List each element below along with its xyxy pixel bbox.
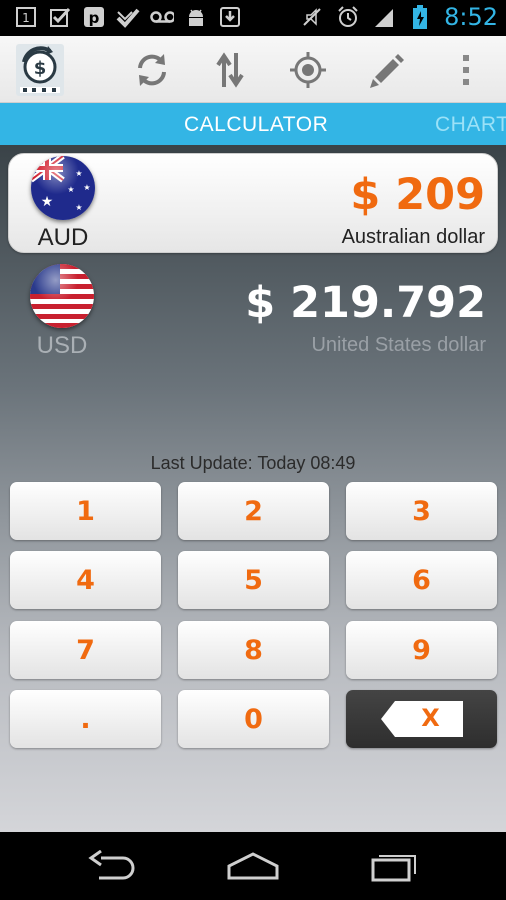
tab-strip: CALCULATOR CHART <box>0 103 506 145</box>
parking-icon: p <box>82 5 106 29</box>
key-6[interactable]: 6 <box>346 551 497 609</box>
signal-icon <box>372 5 396 29</box>
edit-icon[interactable] <box>366 50 406 90</box>
locate-icon[interactable] <box>288 50 328 90</box>
notification-icons: 1 p <box>14 5 242 29</box>
delete-button[interactable]: X <box>346 690 497 748</box>
checkmark-icon <box>116 5 140 29</box>
svg-text:p: p <box>89 9 100 27</box>
alarm-icon <box>336 5 360 29</box>
status-bar: 1 p 8:52 <box>0 0 506 36</box>
mute-icon <box>300 5 324 29</box>
tab-calculator[interactable]: CALCULATOR <box>184 113 328 137</box>
to-currency-code: USD <box>36 332 88 359</box>
key-1[interactable]: 1 <box>10 482 161 540</box>
back-icon[interactable] <box>82 846 142 886</box>
to-amount: $ 219.792 <box>245 278 486 328</box>
svg-text:1: 1 <box>22 11 30 25</box>
recent-apps-icon[interactable] <box>364 846 424 886</box>
tab-chart[interactable]: CHART <box>435 113 506 137</box>
key-7[interactable]: 7 <box>10 621 161 679</box>
swap-icon[interactable] <box>210 50 250 90</box>
key-0[interactable]: 0 <box>178 690 329 748</box>
key-4[interactable]: 4 <box>10 551 161 609</box>
android-icon <box>184 5 208 29</box>
delete-label: X <box>421 704 440 732</box>
from-amount: $ 209 <box>350 170 485 220</box>
system-icons: 8:52 <box>300 3 498 31</box>
calculator-panel: ★ ★ ★ ★ ★ AUD $ 209 Australian dollar <box>0 145 506 832</box>
key-9[interactable]: 9 <box>346 621 497 679</box>
battery-icon <box>408 5 432 29</box>
checkbox-icon <box>48 5 72 29</box>
navigation-bar <box>0 832 506 900</box>
clock: 8:52 <box>444 3 498 31</box>
australia-flag-icon: ★ ★ ★ ★ ★ <box>31 156 95 220</box>
key-2[interactable]: 2 <box>178 482 329 540</box>
home-icon[interactable] <box>223 846 283 886</box>
refresh-icon[interactable] <box>132 50 172 90</box>
to-currency-name: United States dollar <box>311 334 486 356</box>
key-8[interactable]: 8 <box>178 621 329 679</box>
action-bar: $ <box>0 36 506 103</box>
from-currency-row[interactable]: ★ ★ ★ ★ ★ AUD $ 209 Australian dollar <box>8 153 498 253</box>
overflow-menu-icon[interactable] <box>446 50 486 90</box>
backspace-icon: X <box>380 701 463 737</box>
usa-flag-icon <box>30 264 94 328</box>
last-update-text: Last Update: Today 08:49 <box>150 453 356 473</box>
download-icon <box>218 5 242 29</box>
to-currency-row[interactable]: USD $ 219.792 United States dollar <box>8 262 498 362</box>
svg-text:$: $ <box>34 58 47 79</box>
key-5[interactable]: 5 <box>178 551 329 609</box>
from-currency-code: AUD <box>37 224 89 251</box>
app-logo-icon[interactable]: $ <box>16 44 64 96</box>
key-decimal[interactable]: . <box>10 690 161 748</box>
voicemail-icon <box>150 5 174 29</box>
key-3[interactable]: 3 <box>346 482 497 540</box>
from-currency-name: Australian dollar <box>341 226 485 248</box>
notification-1-icon: 1 <box>14 5 38 29</box>
